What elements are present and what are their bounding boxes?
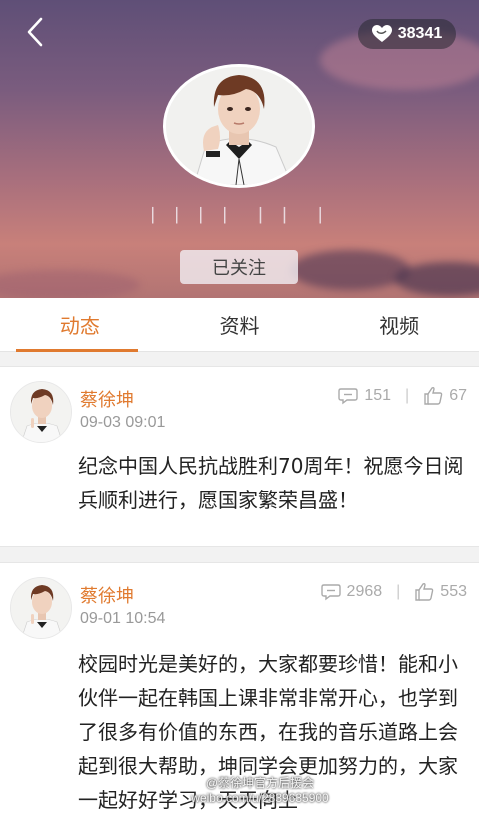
post-author[interactable]: 蔡徐坤 xyxy=(80,386,134,412)
post-card[interactable]: 蔡徐坤 09-03 09:01 151 | 67 纪念中国人民抗战胜利70周年！… xyxy=(0,366,479,547)
avatar-portrait xyxy=(11,578,71,638)
comment-count: 2968 xyxy=(346,582,383,600)
tab-label: 资料 xyxy=(219,314,260,338)
watermark: @蔡徐坤官方后援会 weibo.com/u/2839635900 xyxy=(191,776,329,805)
post-stats: 2968 | 553 xyxy=(320,582,467,601)
avatar-portrait xyxy=(166,67,312,185)
post-stats: 151 | 67 xyxy=(338,386,467,405)
tab-feed[interactable]: 动态 xyxy=(0,298,160,352)
sky-cloud xyxy=(290,250,410,290)
likes-count: 38341 xyxy=(397,25,443,42)
author-avatar[interactable] xyxy=(10,577,72,639)
sky-cloud xyxy=(0,270,140,298)
avatar-portrait xyxy=(11,382,71,442)
tab-label: 视频 xyxy=(379,314,420,338)
stats-divider: | xyxy=(405,386,410,404)
sky-cloud xyxy=(395,262,479,296)
post-time: 09-03 09:01 xyxy=(80,414,166,431)
likes-badge[interactable]: 38341 xyxy=(358,19,456,49)
thumbs-up-icon[interactable] xyxy=(423,386,443,405)
author-avatar[interactable] xyxy=(10,381,72,443)
stats-divider: | xyxy=(396,582,401,600)
tab-videos[interactable]: 视频 xyxy=(319,298,479,351)
back-button[interactable] xyxy=(20,14,50,50)
thumbs-up-icon[interactable] xyxy=(414,582,434,601)
post-time: 09-01 10:54 xyxy=(80,610,166,627)
profile-username: 丨丨丨丨 丨丨 丨 xyxy=(143,206,336,227)
tab-profile-info[interactable]: 资料 xyxy=(160,298,320,351)
like-count: 553 xyxy=(440,582,467,600)
profile-avatar[interactable] xyxy=(163,64,315,188)
following-button[interactable]: 已关注 xyxy=(180,250,298,284)
comment-count: 151 xyxy=(364,386,392,404)
chevron-left-icon xyxy=(27,17,43,47)
post-text: 纪念中国人民抗战胜利70周年！祝愿今日阅兵顺利进行，愿国家繁荣昌盛！ xyxy=(78,454,464,512)
like-count: 67 xyxy=(449,386,467,404)
comment-icon[interactable] xyxy=(338,387,359,405)
comment-icon[interactable] xyxy=(320,583,341,601)
active-tab-indicator xyxy=(16,349,138,352)
profile-tabs: 动态 资料 视频 xyxy=(0,298,479,352)
heart-icon xyxy=(371,25,392,42)
tab-label: 动态 xyxy=(59,314,100,338)
profile-header: 38341 丨丨丨丨 丨丨 丨 已关注 xyxy=(0,0,479,298)
post-author[interactable]: 蔡徐坤 xyxy=(80,582,134,608)
